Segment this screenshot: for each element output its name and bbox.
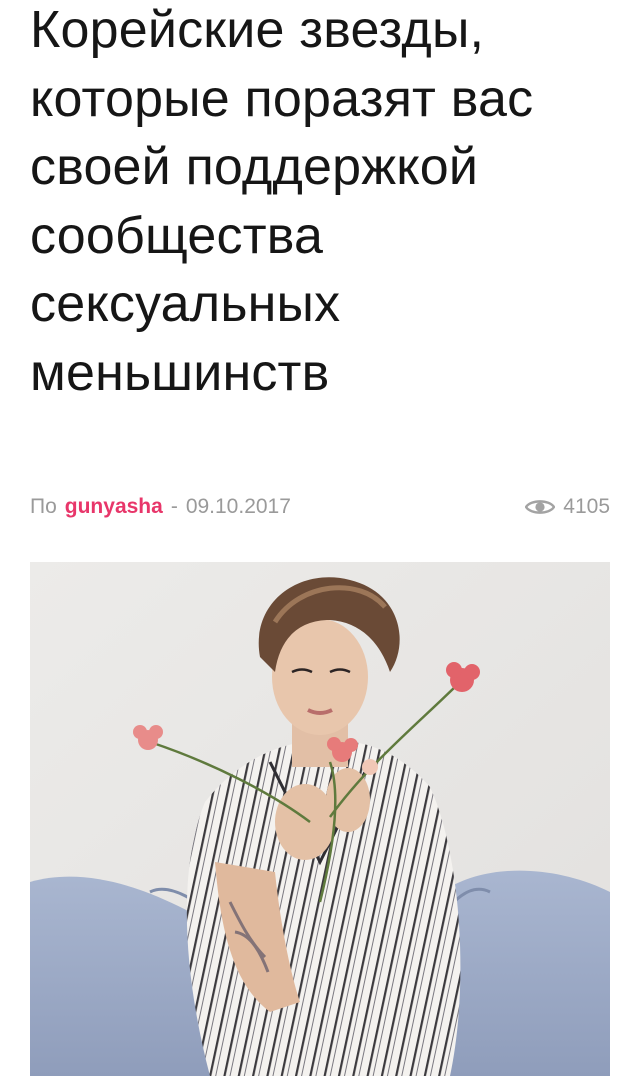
view-count: 4105 <box>525 495 610 519</box>
author-link[interactable]: gunyasha <box>65 495 163 519</box>
article: Корейские звезды, которые поразят вас св… <box>0 0 640 1076</box>
byline-prefix: По <box>30 495 57 518</box>
meta-separator: - <box>170 495 178 518</box>
article-title: Корейские звезды, которые поразят вас св… <box>30 1 534 402</box>
view-count-value: 4105 <box>563 495 610 518</box>
article-photo[interactable] <box>30 562 610 1076</box>
photo-illustration <box>30 562 610 1076</box>
article-meta: По gunyasha - 09.10.2017 4105 <box>30 490 610 524</box>
eye-icon <box>525 500 556 514</box>
publish-date: 09.10.2017 <box>185 495 291 518</box>
